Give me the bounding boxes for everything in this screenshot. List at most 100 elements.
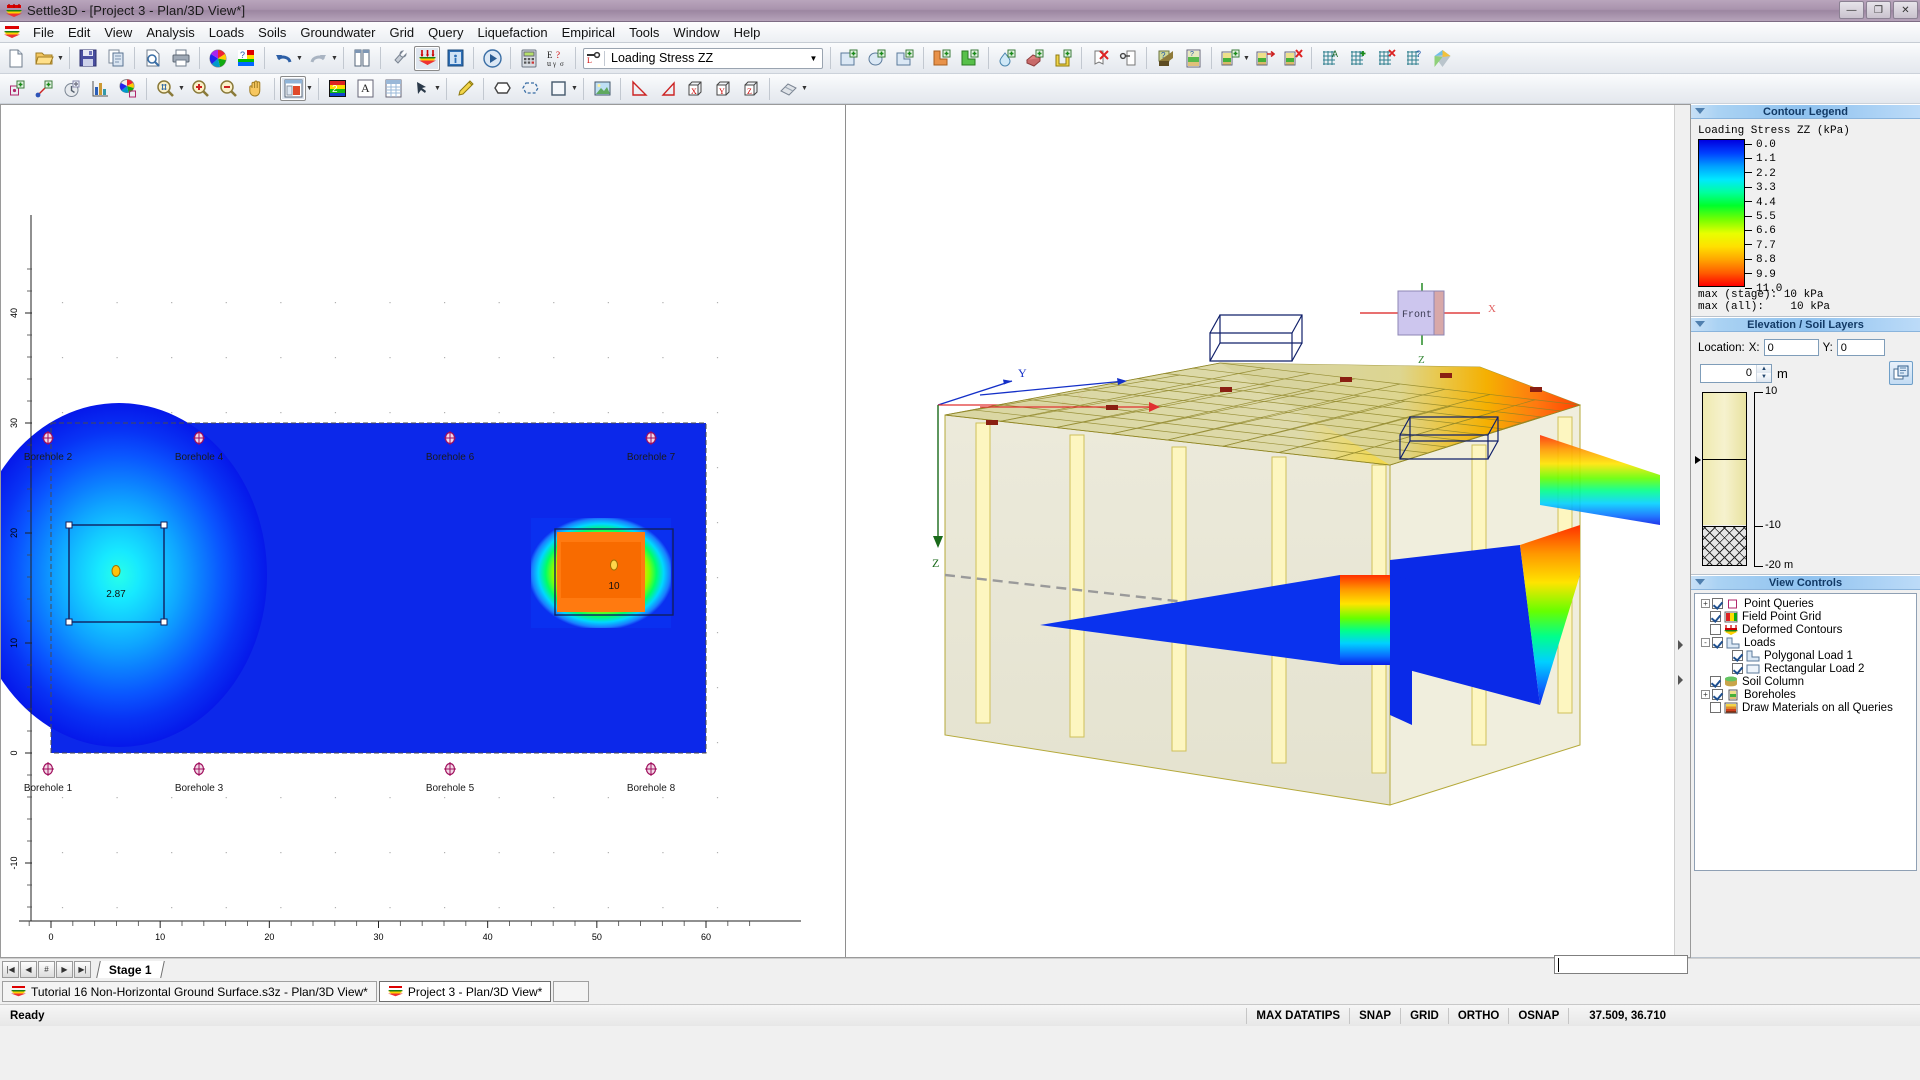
view-control-item-soil-column[interactable]: Soil Column — [1697, 675, 1914, 688]
stage-number-button[interactable]: # — [38, 960, 55, 978]
view-control-checkbox[interactable] — [1712, 637, 1723, 648]
add-staged-load-icon[interactable] — [957, 46, 983, 71]
redo-dropdown-icon[interactable]: ▼ — [330, 55, 339, 62]
info-viewer-icon[interactable] — [442, 46, 468, 71]
view-control-item-boreholes[interactable]: + Boreholes — [1697, 688, 1914, 701]
stage-prev-button[interactable]: ◀ — [20, 960, 37, 978]
polyline-tool-icon[interactable] — [517, 76, 543, 101]
status-max-datatips[interactable]: MAX DATATIPS — [1246, 1007, 1349, 1024]
close-button[interactable]: ✕ — [1893, 1, 1918, 19]
stage-next-button[interactable]: ▶ — [56, 960, 73, 978]
command-input[interactable] — [1554, 955, 1688, 974]
delete-grid-icon[interactable] — [1373, 46, 1399, 71]
main-toolbar[interactable]: ▼ ? ▼ ▼ E ? u γ σ L Loading Stress ZZ ▼ … — [0, 43, 1920, 74]
add-borehole-icon[interactable] — [1217, 46, 1243, 71]
compute-icon[interactable] — [414, 45, 440, 71]
plan-3d-view-icon[interactable] — [280, 76, 306, 101]
tree-expander[interactable]: - — [1701, 638, 1710, 647]
view-control-item-field-point-grid[interactable]: Field Point Grid — [1697, 610, 1914, 623]
add-pile-icon[interactable] — [1050, 46, 1076, 71]
viewport-scrollbar[interactable] — [1674, 105, 1690, 957]
view-control-item-draw-materials-on-all-queries[interactable]: Draw Materials on all Queries — [1697, 701, 1914, 714]
add-excavation-icon[interactable] — [1022, 46, 1048, 71]
render-icon[interactable] — [1429, 46, 1455, 71]
status-snap[interactable]: SNAP — [1349, 1007, 1400, 1024]
redo-icon[interactable] — [305, 46, 331, 71]
contour-display-icon[interactable]: 2 — [324, 76, 350, 101]
angle-dimension-icon[interactable] — [626, 76, 652, 101]
zoom-out-icon[interactable] — [215, 76, 241, 101]
grid-settings-icon[interactable]: A — [1317, 46, 1343, 71]
rotate-z-icon[interactable]: Z — [738, 76, 764, 101]
eraser-dropdown-icon[interactable]: ▼ — [800, 85, 809, 92]
zoom-dropdown-icon[interactable]: ▼ — [177, 85, 186, 92]
stage-first-button[interactable]: |◀ — [2, 960, 19, 978]
elevation-panel-header[interactable]: Elevation / Soil Layers — [1691, 317, 1920, 332]
contour-query-icon[interactable] — [115, 76, 141, 101]
save-icon[interactable] — [75, 46, 101, 71]
scroll-marker-up[interactable] — [1678, 640, 1688, 650]
collapse-icon[interactable] — [1695, 108, 1705, 114]
tree-expander[interactable]: + — [1701, 690, 1710, 699]
elevation-stepper[interactable]: 0 ▲ ▼ — [1700, 363, 1772, 383]
view-controls-header[interactable]: View Controls — [1691, 575, 1920, 590]
maximize-button[interactable]: ❐ — [1866, 1, 1891, 19]
add-polygonal-load-icon[interactable] — [892, 46, 918, 71]
menu-item-soils[interactable]: Soils — [251, 23, 293, 42]
status-ortho[interactable]: ORTHO — [1447, 1007, 1509, 1024]
view-control-item-rectangular-load-2[interactable]: Rectangular Load 2 — [1697, 662, 1914, 675]
grid-properties-icon[interactable]: ? — [1401, 46, 1427, 71]
soil-column-preview[interactable]: 10 -10 -20 m — [1695, 385, 1915, 571]
view-control-checkbox[interactable] — [1710, 624, 1721, 635]
calculator-icon[interactable] — [516, 46, 542, 71]
menu-item-query[interactable]: Query — [421, 23, 470, 42]
menu-item-empirical[interactable]: Empirical — [555, 23, 622, 42]
menu-item-tools[interactable]: Tools — [622, 23, 666, 42]
view-control-checkbox[interactable] — [1712, 598, 1723, 609]
pan-icon[interactable] — [243, 76, 269, 101]
rectangle-tool-icon[interactable] — [545, 76, 571, 101]
copy-layers-icon[interactable] — [1889, 361, 1913, 385]
plan-view-canvas[interactable]: 2.87 10 Borehole 2 Borehole 4 Borehole 6 Bo… — [1, 105, 846, 957]
3d-view-canvas[interactable]: Y X Z — [846, 105, 1674, 957]
menu-item-edit[interactable]: Edit — [61, 23, 97, 42]
stage-last-button[interactable]: ▶| — [74, 960, 91, 978]
zoom-window-icon[interactable] — [152, 76, 178, 101]
result-type-combo[interactable]: L Loading Stress ZZ ▼ — [583, 47, 823, 69]
window-tab-overflow[interactable] — [553, 981, 590, 1002]
eraser-icon[interactable] — [775, 76, 801, 101]
open-dropdown-icon[interactable]: ▼ — [56, 55, 65, 62]
delete-borehole-icon[interactable] — [1280, 46, 1306, 71]
minimize-button[interactable]: — — [1839, 1, 1864, 19]
time-query-icon[interactable] — [59, 76, 85, 101]
move-borehole-icon[interactable] — [1252, 46, 1278, 71]
color-palette-icon[interactable] — [205, 46, 231, 71]
borehole-dropdown-icon[interactable]: ▼ — [1242, 55, 1251, 62]
view-control-checkbox[interactable] — [1732, 650, 1743, 661]
tile-windows-icon[interactable] — [349, 46, 375, 71]
elevation-up-button[interactable]: ▲ — [1757, 364, 1771, 373]
collapse-icon[interactable] — [1695, 579, 1705, 585]
elevation-marker[interactable] — [1695, 456, 1701, 464]
view-control-checkbox[interactable] — [1710, 676, 1721, 687]
rotate-x-icon[interactable]: X — [682, 76, 708, 101]
status-osnap[interactable]: OSNAP — [1508, 1007, 1568, 1024]
3d-view-pane[interactable]: Y X Z — [846, 105, 1674, 957]
add-rectangular-load-icon[interactable] — [836, 46, 862, 71]
menu-item-view[interactable]: View — [97, 23, 139, 42]
window-tab-tutorial16[interactable]: Tutorial 16 Non-Horizontal Ground Surfac… — [2, 981, 377, 1002]
image-tool-icon[interactable] — [589, 76, 615, 101]
add-water-load-icon[interactable] — [994, 46, 1020, 71]
collapse-icon[interactable] — [1695, 321, 1705, 327]
view-toolbar[interactable]: ▼ ▼ 2 A ▼ ▼ X Y Z ▼ — [0, 74, 1920, 104]
add-line-query-icon[interactable] — [31, 76, 57, 101]
view-control-item-loads[interactable]: - Loads — [1697, 636, 1914, 649]
location-y-input[interactable] — [1836, 339, 1885, 356]
rotate-y-icon[interactable]: Y — [710, 76, 736, 101]
view-control-item-polygonal-load-1[interactable]: Polygonal Load 1 — [1697, 649, 1914, 662]
text-display-icon[interactable]: A — [352, 76, 378, 101]
open-file-icon[interactable] — [31, 46, 57, 71]
chevron-down-icon[interactable]: ▼ — [805, 49, 822, 68]
menu-item-file[interactable]: File — [26, 23, 61, 42]
new-file-icon[interactable] — [3, 46, 29, 71]
